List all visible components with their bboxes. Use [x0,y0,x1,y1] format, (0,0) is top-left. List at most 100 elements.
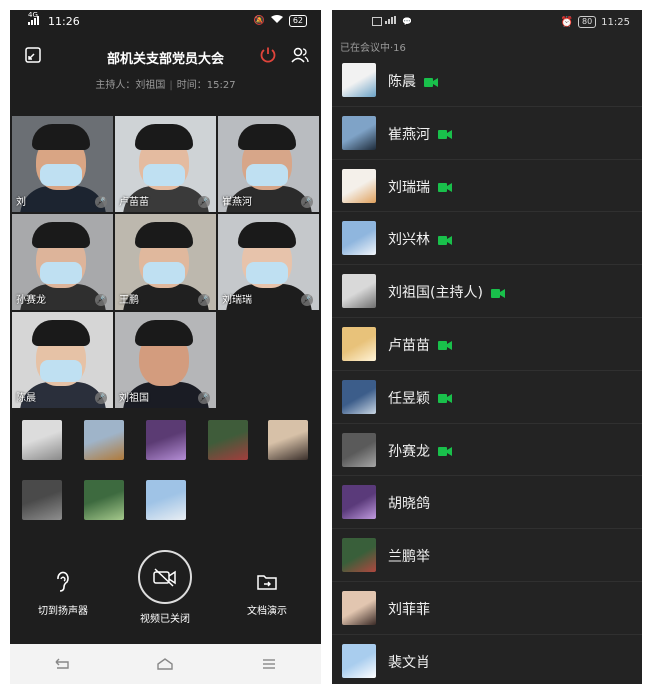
video-camera-icon [438,341,452,351]
avatar [342,485,376,520]
face-mask [40,360,82,382]
tile-name: 刘祖国 [119,393,149,404]
participant-thumbnail[interactable] [84,420,124,460]
network-type: 4G [28,11,38,19]
mic-icon: 🎤 [198,294,210,306]
participant-name: 胡晓鸽 [388,496,430,513]
alarm-icon: ⏰ [560,16,573,28]
video-tile[interactable]: 王鹏 🎤 [115,214,216,310]
participant-thumbnail[interactable] [208,420,248,460]
participant-row[interactable]: 卢苗苗 [332,318,642,371]
video-toggle-label: 视频已关闭 [140,614,190,625]
participant-thumbnail[interactable] [146,480,186,520]
participant-name: 刘兴林 [388,232,430,249]
meeting-screen: 4G 11:26 🔕 62 部机关支部党员大会 主持人：刘祖国 | 时间：15:27… [10,10,321,684]
participant-list-screen: 💬 ⏰ 80 11:25 已在会议中·16 陈晨崔燕河 刘瑞瑞刘兴林刘祖国(主持人… [332,10,642,684]
avatar [342,379,376,414]
meeting-controls: 切到扬声器 视频已关闭 文档演示 [10,540,321,640]
participant-row[interactable]: 裴文肖 [332,635,642,684]
mic-icon: 🎤 [95,294,107,306]
person-hair [135,222,193,248]
face-mask [143,164,185,186]
home-nav-button[interactable] [150,654,180,674]
participant-row[interactable]: 崔燕河 [332,107,642,160]
wifi-icon [270,15,283,27]
participant-row[interactable]: 陈晨 [332,54,642,107]
participant-thumbnail[interactable] [146,420,186,460]
system-navigation-bar [10,644,321,684]
status-bar: 4G 11:26 🔕 62 [10,10,321,34]
video-tile[interactable]: 孙赛龙 🎤 [12,214,113,310]
face-mask [246,164,288,186]
participant-row[interactable]: 胡晓鸽 [332,476,642,530]
tile-name: 崔燕河 [222,197,252,208]
document-share-button[interactable]: 文档演示 [232,568,302,617]
status-bar: 💬 ⏰ 80 11:25 [332,10,642,32]
participant-row[interactable]: 任昱颖 [332,371,642,424]
face-mask [143,262,185,284]
person-hair [135,124,193,150]
info-separator: | [169,80,173,91]
participant-thumbnail[interactable] [84,480,124,520]
video-tile[interactable]: 刘祖国 🎤 [115,312,216,408]
participant-thumbnail[interactable] [22,420,62,460]
video-off-circle [138,550,192,604]
participant-name: 孙赛龙 [388,443,430,460]
menu-nav-button[interactable] [254,654,284,674]
participant-row[interactable]: 刘瑞瑞 [332,160,642,213]
mic-icon: 🎤 [198,392,210,404]
host-label: 主持人：刘祖国 [95,80,166,91]
participant-name: 刘祖国(主持人) [388,285,483,302]
mic-icon: 🎤 [95,392,107,404]
video-camera-icon [438,447,452,457]
thumbnail-row-2 [10,470,321,530]
video-tile[interactable]: 刘 🎤 [12,116,113,212]
person-hair [32,320,90,346]
video-camera-icon [438,235,452,245]
participant-row[interactable]: 刘菲菲 [332,582,642,635]
mic-icon: 🎤 [95,196,107,208]
avatar [342,326,376,361]
participants-icon [291,47,309,63]
document-share-label: 文档演示 [247,606,287,617]
participant-thumbnail[interactable] [268,420,308,460]
video-tile[interactable]: 刘瑞瑞 🎤 [218,214,319,310]
speaker-toggle-button[interactable]: 切到扬声器 [28,568,98,617]
meeting-duration: 时间：15:27 [176,80,236,91]
participant-row[interactable]: 刘兴林 [332,212,642,266]
nfc-icon [372,16,382,26]
avatar [342,432,376,467]
meeting-info: 主持人：刘祖国 | 时间：15:27 [10,76,321,91]
participant-count: 已在会议中·16 [340,43,406,54]
person-hair [32,222,90,248]
video-tile[interactable]: 卢苗苗 🎤 [115,116,216,212]
video-camera-icon [490,288,505,298]
video-camera-icon [438,183,452,193]
participant-row[interactable]: 兰鹏举 [332,529,642,582]
video-tile[interactable]: 崔燕河 🎤 [218,116,319,212]
participant-name: 陈晨 [388,74,416,90]
participants-button[interactable] [289,44,311,66]
participant-thumbnail[interactable] [22,480,62,520]
tile-name: 刘 [16,197,26,208]
back-icon [55,658,69,669]
video-camera-icon [438,394,452,404]
menu-icon [263,659,276,669]
video-grid: 刘 🎤 卢苗苗 🎤 崔燕河 🎤 孙赛龙 🎤 王鹏 🎤 刘瑞瑞 🎤 陈晨 🎤 刘祖国 🎤 [12,116,319,410]
tile-name: 王鹏 [119,295,139,306]
status-time: 11:25 [601,16,630,28]
avatar [342,115,376,150]
participant-row[interactable]: 刘祖国(主持人) [332,265,642,318]
participant-name: 兰鹏举 [388,549,430,566]
end-meeting-button[interactable] [257,44,279,66]
avatar [342,274,376,309]
person-hair [238,222,296,248]
participant-name: 刘菲菲 [388,601,430,618]
participant-name: 卢苗苗 [388,337,430,354]
back-nav-button[interactable] [47,654,77,674]
video-tile[interactable]: 陈晨 🎤 [12,312,113,408]
participant-row[interactable]: 孙赛龙 [332,424,642,477]
video-toggle-button[interactable]: 视频已关闭 [130,550,200,625]
avatar [342,63,376,97]
power-icon [260,47,276,63]
